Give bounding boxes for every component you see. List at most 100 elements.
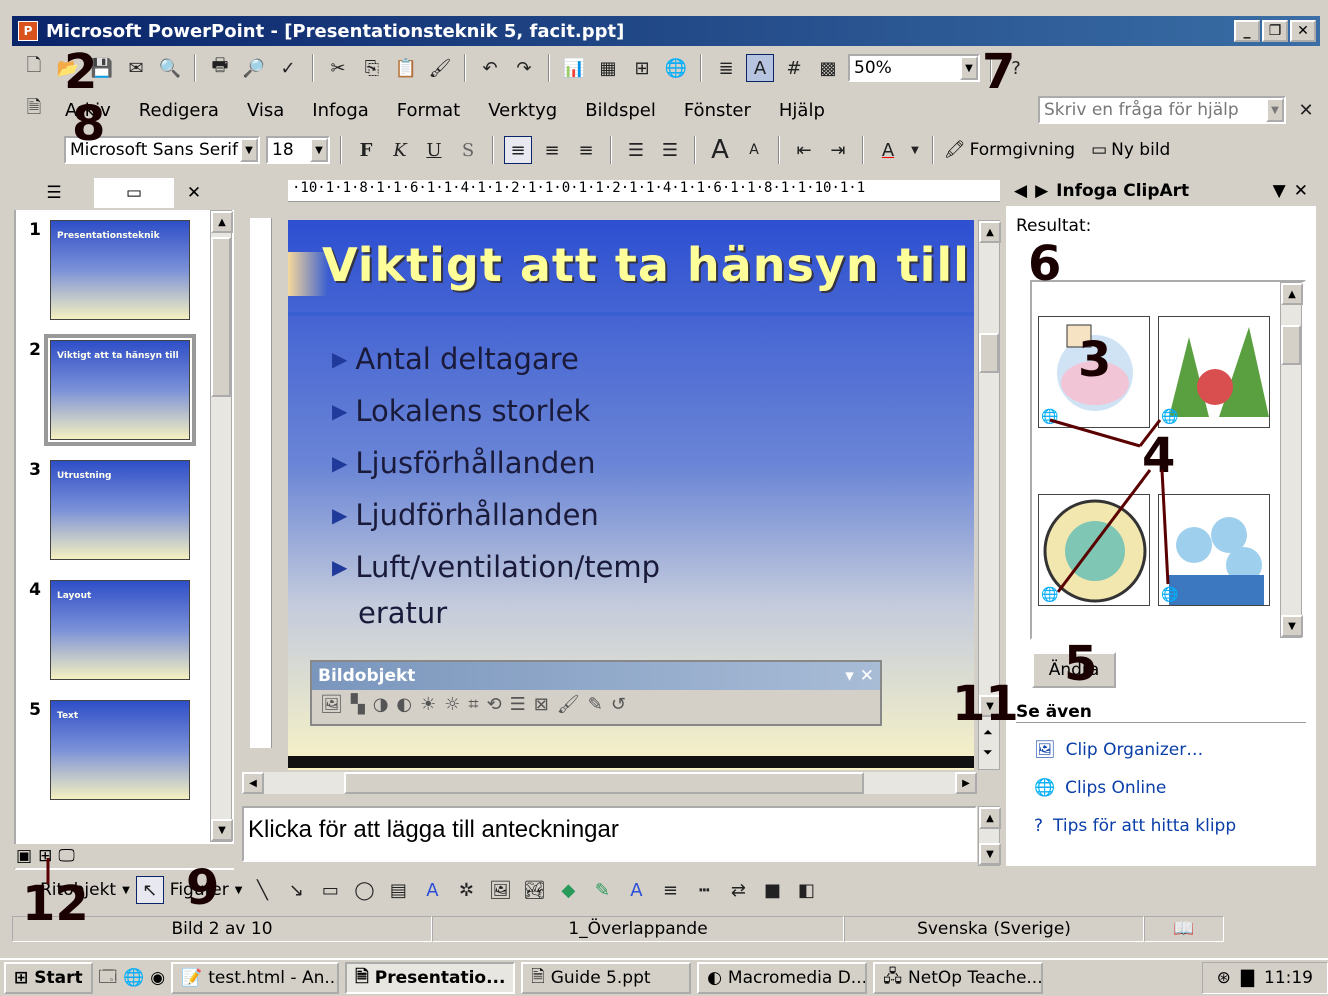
normal-view-icon[interactable]: ▣ xyxy=(16,846,32,866)
bullet-3[interactable]: ▶ Ljusförhållanden xyxy=(332,446,596,480)
format-painter-icon[interactable]: 🖌 xyxy=(426,54,454,82)
less-brightness-icon[interactable]: ☼ xyxy=(444,694,460,715)
print-icon[interactable]: 🖶 xyxy=(206,54,234,82)
table-icon[interactable]: ▦ xyxy=(594,54,622,82)
start-button[interactable]: ⊞ Start xyxy=(4,962,93,994)
quicklaunch-desktop-icon[interactable]: 🗔 xyxy=(99,964,117,993)
slide-hscrollbar[interactable]: ◀ ▶ xyxy=(242,772,977,794)
bullets-icon[interactable]: ☰ xyxy=(656,136,684,164)
chevron-down-icon[interactable]: ▼ xyxy=(240,138,258,162)
grid-icon[interactable]: # xyxy=(780,54,808,82)
rectangle-icon[interactable]: ▭ xyxy=(316,876,344,904)
align-left-icon[interactable]: ≡ xyxy=(504,136,532,164)
clip-organizer-link[interactable]: 🖼 Clip Organizer… xyxy=(1034,740,1203,760)
cut-icon[interactable]: ✂ xyxy=(324,54,352,82)
close-icon[interactable]: ▾ ✕ xyxy=(845,666,874,686)
spelling-status-icon[interactable]: 📖 xyxy=(1144,916,1224,942)
thumbnail-3[interactable]: 3 Utrustning xyxy=(20,460,210,560)
scroll-up-icon[interactable]: ▲ xyxy=(1281,283,1303,305)
notes-scrollbar[interactable]: ▲ ▼ xyxy=(978,806,1001,866)
close-icon[interactable]: ✕ xyxy=(1294,181,1308,201)
reset-picture-icon[interactable]: ↺ xyxy=(611,694,626,715)
show-formatting-icon[interactable]: A xyxy=(746,54,774,82)
decrease-font-icon[interactable]: A xyxy=(740,136,768,164)
paste-icon[interactable]: 📋 xyxy=(392,54,420,82)
font-color-icon[interactable]: A xyxy=(622,876,650,904)
scroll-down-icon[interactable]: ▼ xyxy=(211,819,233,841)
underline-button[interactable]: U xyxy=(420,136,448,164)
font-color-icon[interactable]: A xyxy=(874,136,902,164)
quicklaunch-ie-icon[interactable]: 🌐 xyxy=(123,968,144,988)
scroll-down-icon[interactable]: ▼ xyxy=(1281,615,1303,637)
permission-icon[interactable]: ✉ xyxy=(122,54,150,82)
zoom-combo[interactable]: 50% ▼ xyxy=(848,54,980,82)
powerpoint-app-icon[interactable]: P xyxy=(18,21,38,41)
align-center-icon[interactable]: ≡ xyxy=(538,136,566,164)
more-brightness-icon[interactable]: ☀ xyxy=(420,694,436,715)
thumbnail-5[interactable]: 5 Text xyxy=(20,700,210,800)
crop-icon[interactable]: ⌗ xyxy=(468,694,478,715)
slide-sorter-icon[interactable]: ⊞ xyxy=(38,846,52,866)
task-netop[interactable]: 🖧 NetOp Teache... xyxy=(873,962,1044,994)
oval-icon[interactable]: ◯ xyxy=(350,876,378,904)
forward-icon[interactable]: ▶ xyxy=(1035,181,1048,201)
bullet-2[interactable]: ▶ Lokalens storlek xyxy=(332,394,590,428)
task-guide[interactable]: 🗎 Guide 5.ppt xyxy=(521,962,692,994)
scroll-up-icon[interactable]: ▲ xyxy=(979,807,1001,829)
diagram-icon[interactable]: ✲ xyxy=(452,876,480,904)
clipart-item-2[interactable]: 🌐 xyxy=(1158,316,1270,428)
arrow-icon[interactable]: ↘ xyxy=(282,876,310,904)
task-presentation[interactable]: 🗎 Presentatio... xyxy=(345,962,516,994)
align-right-icon[interactable]: ≡ xyxy=(572,136,600,164)
thumbnail-4[interactable]: 4 Layout xyxy=(20,580,210,680)
scroll-right-icon[interactable]: ▶ xyxy=(955,772,977,794)
scroll-thumb[interactable] xyxy=(979,333,999,373)
menu-bildspel[interactable]: Bildspel xyxy=(574,100,667,121)
picture-icon[interactable]: 🏞 xyxy=(520,876,548,904)
outline-tab[interactable]: ☰ xyxy=(14,183,94,203)
slide-title[interactable]: Viktigt att ta hänsyn till xyxy=(322,238,970,292)
select-pointer-icon[interactable]: ↖ xyxy=(135,876,164,904)
line-color-icon[interactable]: ✎ xyxy=(588,876,616,904)
spelling-icon[interactable]: ✓ xyxy=(274,54,302,82)
clips-online-link[interactable]: 🌐 Clips Online xyxy=(1034,778,1166,798)
less-contrast-icon[interactable]: ◐ xyxy=(396,694,412,715)
research-icon[interactable]: 🔍 xyxy=(156,54,184,82)
menu-visa[interactable]: Visa xyxy=(236,100,295,121)
line-style-icon[interactable]: ≡ xyxy=(656,876,684,904)
scroll-left-icon[interactable]: ◀ xyxy=(242,772,264,794)
insert-picture-icon[interactable]: 🖼 xyxy=(320,694,343,715)
clipart-scrollbar[interactable]: ▲ ▼ xyxy=(1280,282,1303,638)
hyperlink-icon[interactable]: 🌐 xyxy=(662,54,690,82)
chevron-down-icon[interactable]: ▼ xyxy=(960,56,978,80)
print-preview-icon[interactable]: 🔎 xyxy=(240,54,268,82)
transparent-color-icon[interactable]: ✎ xyxy=(588,694,603,715)
clipart-icon[interactable]: 🖼 xyxy=(486,876,514,904)
slides-tab[interactable]: ▭ xyxy=(94,178,174,208)
thumbnail-scrollbar[interactable]: ▲ ▼ xyxy=(210,210,233,842)
increase-indent-icon[interactable]: ⇥ xyxy=(824,136,852,164)
tips-link[interactable]: ? Tips för att hitta klipp xyxy=(1034,816,1236,836)
clipart-item-4[interactable]: 🌐 xyxy=(1158,494,1270,606)
restore-button[interactable]: ❐ xyxy=(1262,20,1288,42)
tables-borders-icon[interactable]: ⊞ xyxy=(628,54,656,82)
task-test-html[interactable]: 📝 test.html - An... xyxy=(171,962,340,994)
scroll-thumb[interactable] xyxy=(211,237,231,397)
color-icon[interactable]: ▚ xyxy=(351,694,365,715)
arrow-style-icon[interactable]: ⇄ xyxy=(724,876,752,904)
italic-button[interactable]: K xyxy=(386,136,414,164)
more-contrast-icon[interactable]: ◑ xyxy=(373,694,389,715)
hscroll-thumb[interactable] xyxy=(344,772,864,794)
scroll-up-icon[interactable]: ▲ xyxy=(211,211,233,233)
undo-icon[interactable]: ↶ xyxy=(476,54,504,82)
numbering-icon[interactable]: ☰ xyxy=(622,136,650,164)
line-style-icon[interactable]: ☰ xyxy=(510,694,526,715)
tray-app-icon[interactable]: ⊛ xyxy=(1217,968,1231,988)
scroll-down-icon[interactable]: ▼ xyxy=(979,843,1001,865)
design-button[interactable]: 🖍 Formgivning xyxy=(944,140,1075,160)
scroll-up-icon[interactable]: ▲ xyxy=(979,221,1001,243)
compress-icon[interactable]: ⊠ xyxy=(534,694,549,715)
clipart-item-3[interactable]: 🌐 xyxy=(1038,494,1150,606)
textbox-icon[interactable]: ▤ xyxy=(384,876,412,904)
chevron-down-icon[interactable]: ▼ xyxy=(1266,98,1284,122)
